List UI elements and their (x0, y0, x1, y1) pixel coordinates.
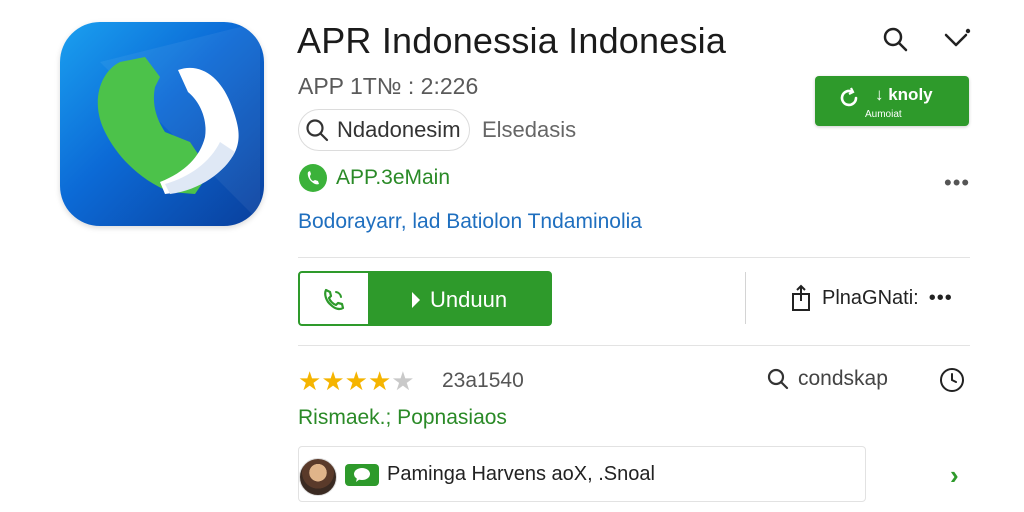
share-button[interactable]: PlnaGNati: ••• (790, 284, 953, 312)
search-icon (767, 368, 789, 390)
divider (298, 257, 970, 258)
phone-handset-icon (97, 22, 260, 222)
star-icon: ★ (344, 366, 368, 396)
category-label[interactable]: Rismaek.; Popnasiaos (298, 406, 507, 430)
review-card[interactable]: Paminga Harvens aoX, .Snoal (298, 446, 866, 502)
star-icon: ★ (298, 366, 322, 396)
more-options-icon[interactable]: ••• (929, 287, 953, 310)
developer-row[interactable]: APP.3eMain (298, 163, 450, 193)
divider (298, 345, 970, 346)
app-icon (60, 22, 264, 226)
download-button[interactable]: Unduun (298, 271, 552, 326)
download-button-label: Unduun (430, 287, 508, 312)
developer-name: APP.3eMain (336, 166, 451, 189)
play-icon (412, 292, 420, 308)
refresh-icon (840, 87, 858, 107)
install-button[interactable]: ↓ knoly Aumoiat (815, 76, 969, 126)
clock-icon[interactable] (938, 366, 966, 399)
search-link[interactable]: condskap (766, 367, 888, 391)
search-icon (306, 119, 329, 142)
call-icon-box (300, 273, 368, 324)
avatar (299, 458, 337, 496)
install-button-label: ↓ knoly (875, 85, 933, 104)
star-icon: ★ (391, 366, 415, 396)
search-chip[interactable]: Ndadonesim (298, 109, 470, 151)
search-chip-label: Ndadonesim (337, 117, 461, 142)
search-link-label: condskap (798, 367, 888, 390)
whatsapp-icon (299, 164, 327, 192)
review-text: Paminga Harvens aoX, .Snoal (387, 463, 655, 485)
share-icon (792, 284, 810, 311)
app-meta-link[interactable]: Bodorayarr, lad Batiolon Tndaminolia (298, 210, 642, 234)
rating-stars: ★ ★ ★ ★ ★ (298, 368, 415, 394)
chevron-right-icon[interactable]: › (950, 460, 959, 491)
vertical-divider (745, 272, 746, 324)
app-subtitle: APP 1T№ : 2:226 (298, 73, 479, 99)
chat-badge-icon (345, 464, 379, 486)
star-icon: ★ (367, 366, 392, 396)
chevron-more-icon[interactable] (940, 22, 974, 56)
app-title: APR Indonessia Indonesia (297, 20, 727, 61)
search-icon[interactable] (878, 22, 912, 56)
install-button-sublabel: Aumoiat (865, 109, 902, 120)
share-label: PlnaGNati: (822, 286, 919, 309)
secondary-chip[interactable]: Elsedasis (482, 117, 576, 143)
star-icon: ★ (321, 366, 345, 396)
more-options-icon[interactable]: ••• (944, 170, 970, 196)
phone-call-icon (324, 288, 345, 310)
rating-count: 23a1540 (442, 369, 524, 392)
